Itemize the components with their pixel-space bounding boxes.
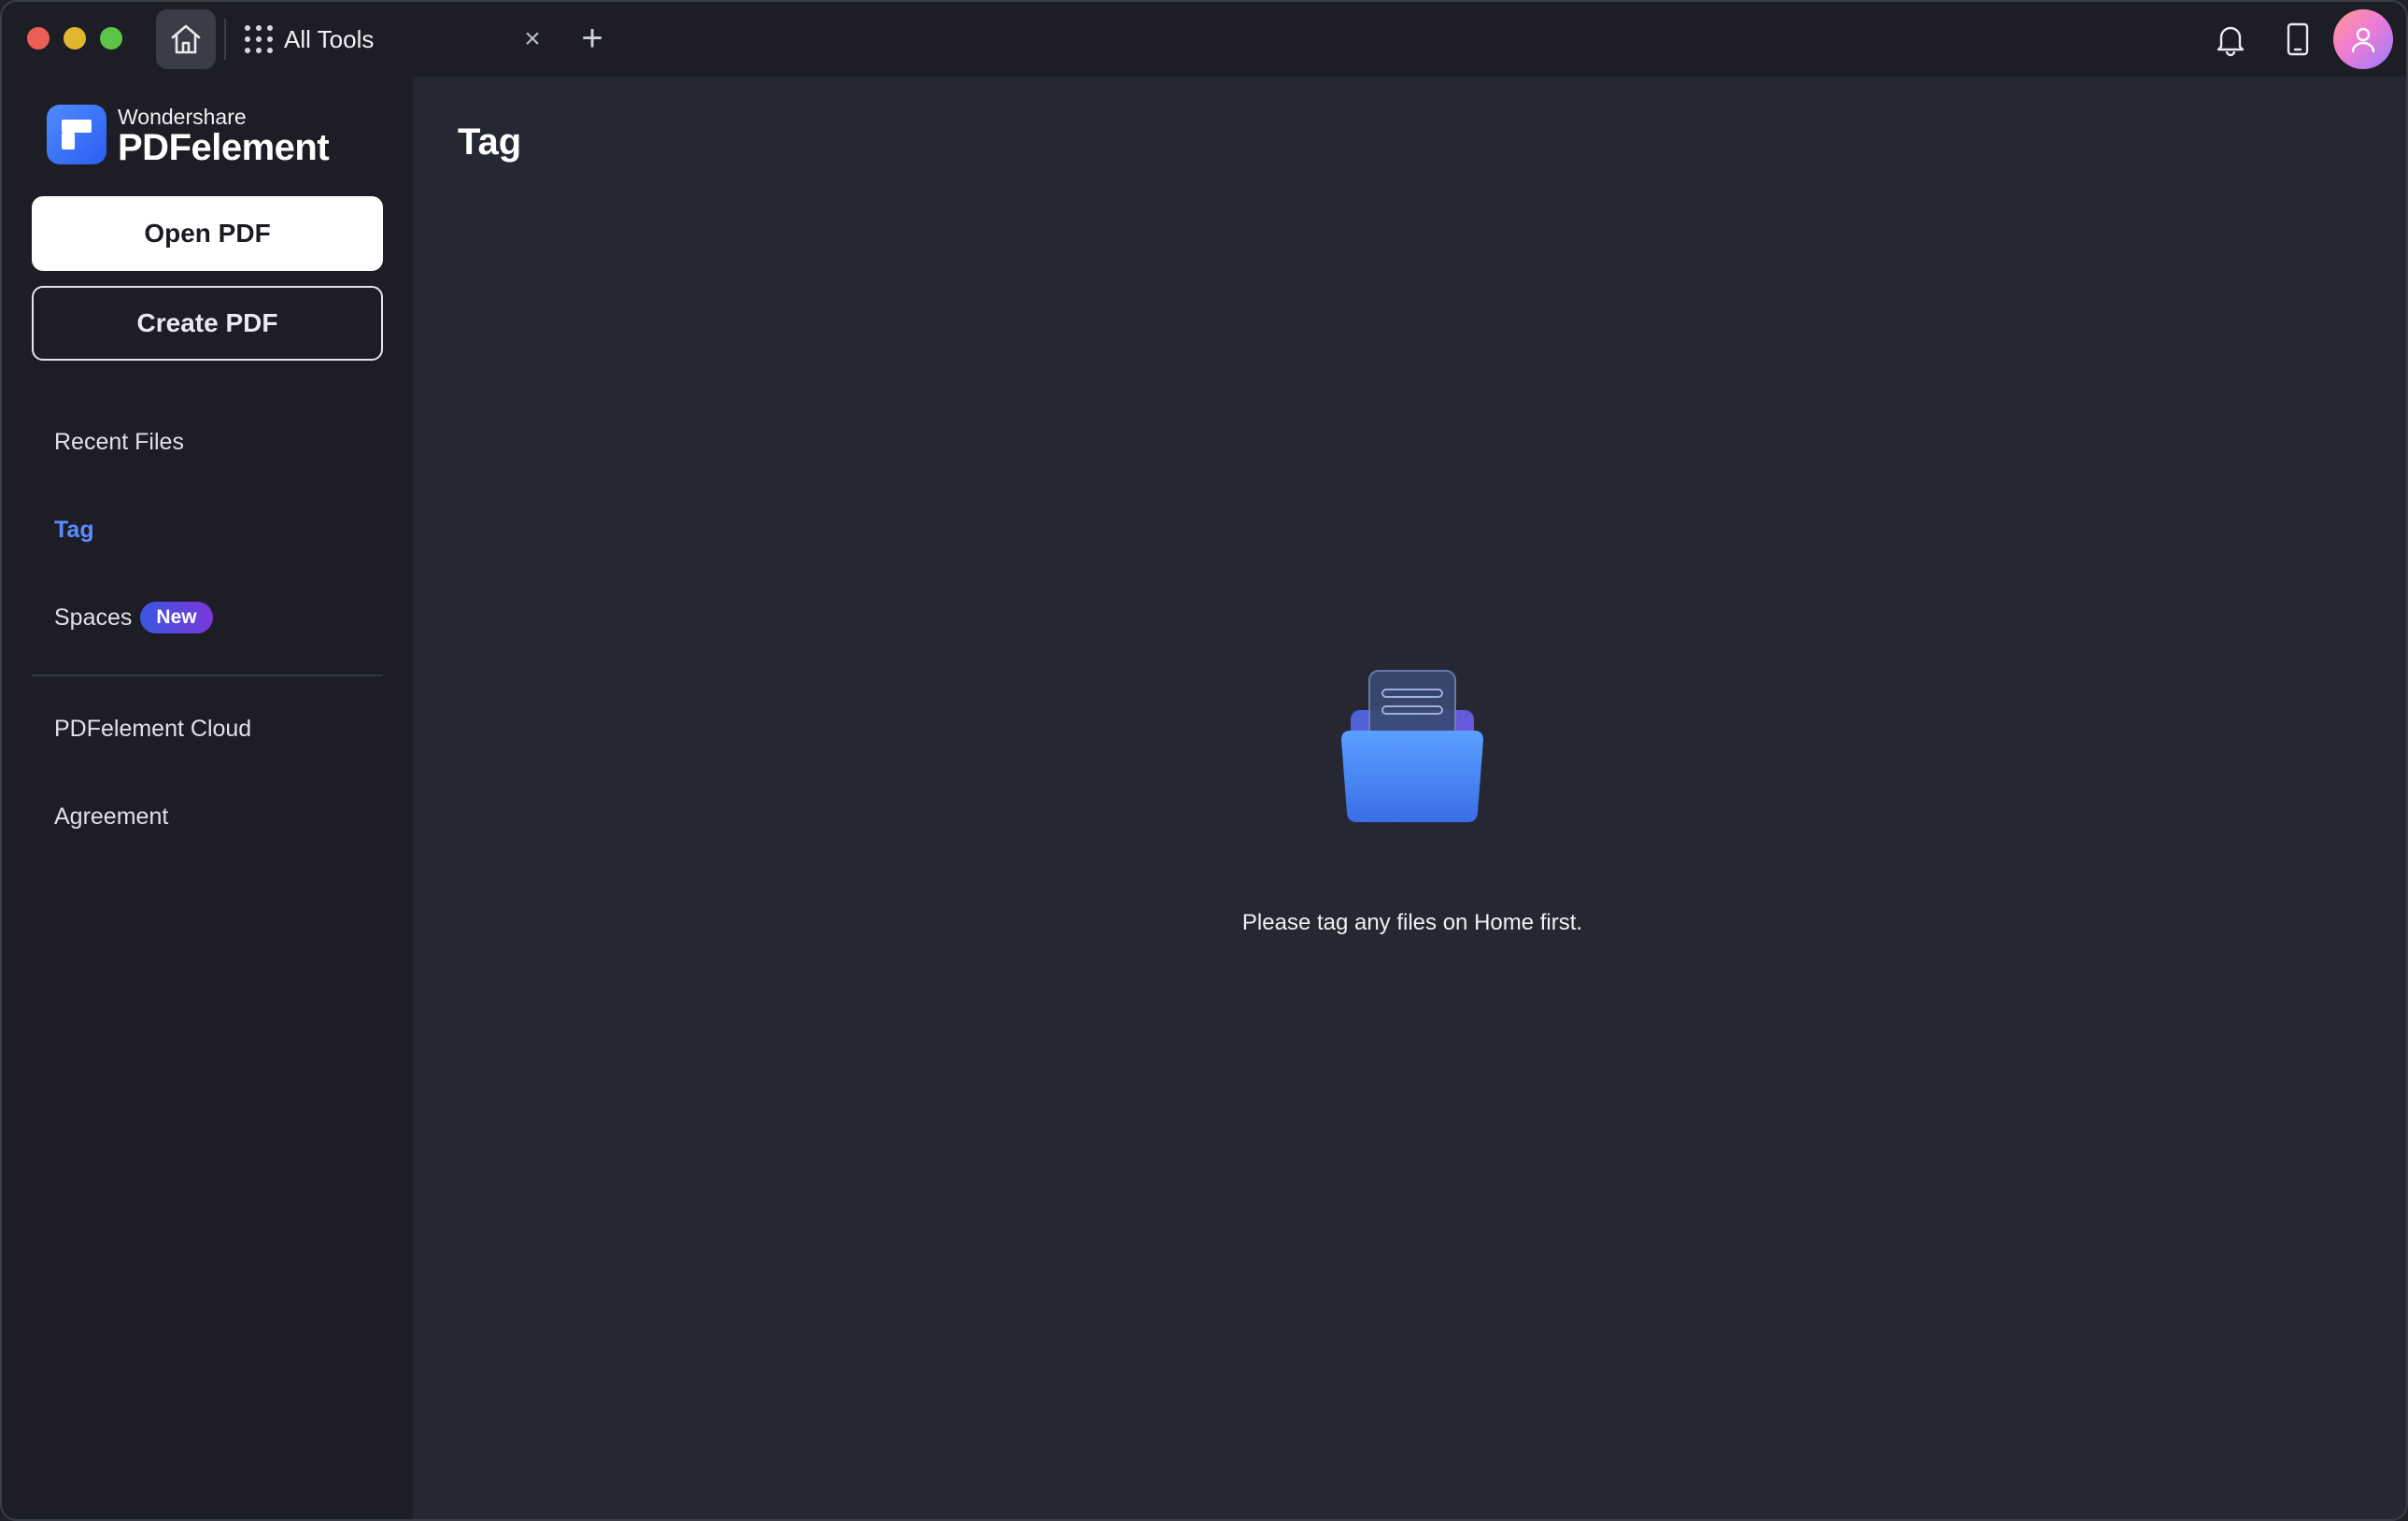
plus-icon[interactable]: + xyxy=(574,20,611,58)
sidebar: Wondershare PDFelement Open PDF Create P… xyxy=(2,77,413,1519)
new-badge: New xyxy=(140,602,213,633)
title-bar: All Tools × + xyxy=(2,2,2406,77)
sidebar-item-recent-files[interactable]: Recent Files xyxy=(54,429,184,456)
empty-state-message: Please tag any files on Home first. xyxy=(1241,910,1583,935)
app-window: All Tools × + Wondershare PDFelement Ope… xyxy=(0,0,2408,1521)
sidebar-item-agreement[interactable]: Agreement xyxy=(54,803,168,831)
notifications-button[interactable] xyxy=(2208,17,2253,62)
home-button[interactable] xyxy=(156,9,216,69)
empty-folder-icon xyxy=(1341,670,1483,822)
brand-company: Wondershare xyxy=(118,105,247,129)
page-title: Tag xyxy=(458,121,522,163)
tab-label: All Tools xyxy=(284,24,375,53)
avatar[interactable] xyxy=(2333,9,2393,69)
tab-all-tools[interactable]: All Tools × xyxy=(235,9,553,69)
open-pdf-button[interactable]: Open PDF xyxy=(32,196,383,271)
sidebar-item-tag[interactable]: Tag xyxy=(54,517,94,544)
device-icon xyxy=(2287,22,2309,56)
tab-separator xyxy=(224,19,226,60)
pdfelement-logo-icon xyxy=(47,105,106,164)
mobile-device-button[interactable] xyxy=(2275,17,2320,62)
sidebar-item-pdfelement-cloud[interactable]: PDFelement Cloud xyxy=(54,716,251,743)
create-pdf-button[interactable]: Create PDF xyxy=(32,286,383,361)
avatar-icon xyxy=(2351,27,2375,53)
brand-product: PDFelement xyxy=(118,127,330,168)
window-minimize-button[interactable] xyxy=(64,27,86,50)
home-icon xyxy=(171,24,201,54)
all-tools-grid-icon xyxy=(243,23,275,55)
sidebar-item-spaces[interactable]: Spaces xyxy=(54,604,132,632)
close-icon[interactable]: × xyxy=(516,22,549,56)
sidebar-divider xyxy=(32,675,383,676)
window-maximize-button[interactable] xyxy=(100,27,122,50)
window-close-button[interactable] xyxy=(27,27,50,50)
bell-icon xyxy=(2217,26,2245,57)
